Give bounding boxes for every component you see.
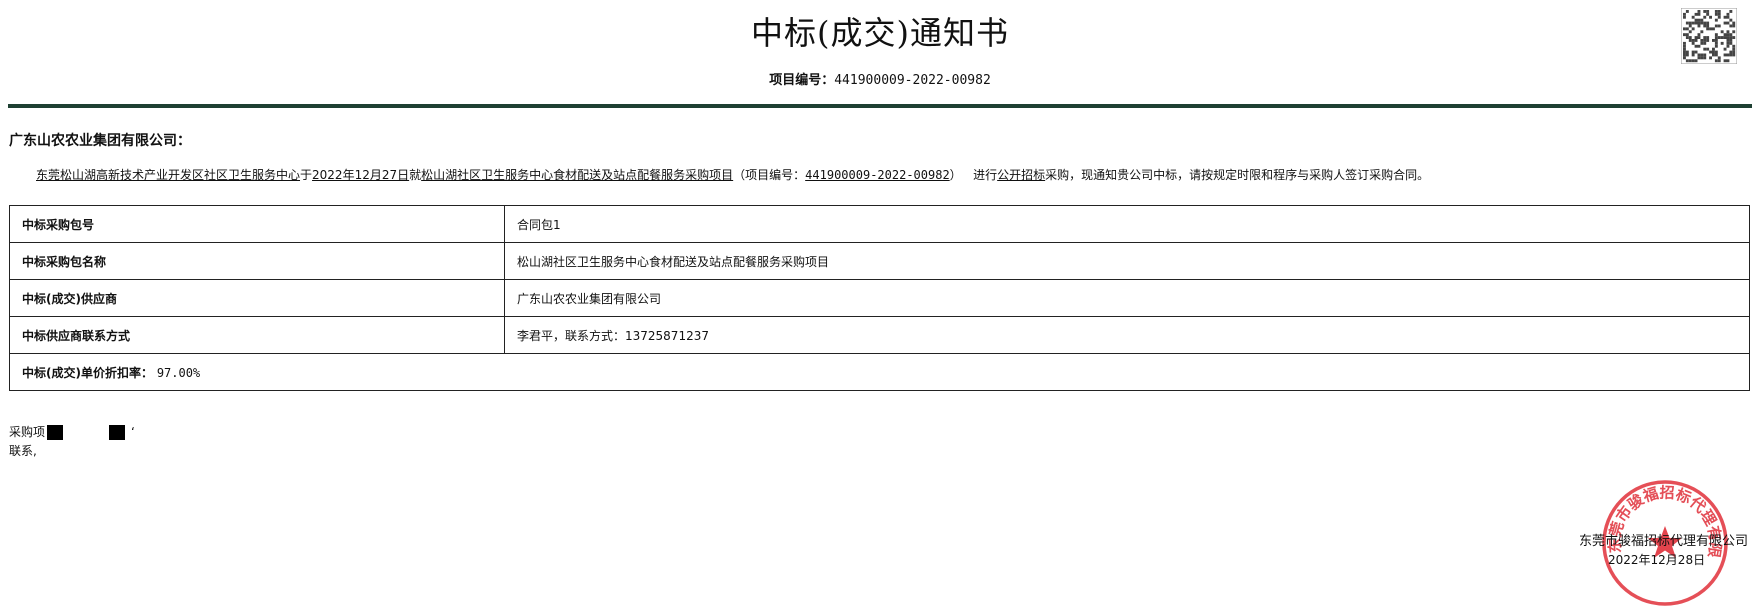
table-row: 中标采购包名称 松山湖社区卫生服务中心食材配送及站点配餐服务采购项目: [9, 242, 1750, 280]
row-value: 松山湖社区卫生服务中心食材配送及站点配餐服务采购项目: [504, 242, 1750, 280]
header-divider: [8, 104, 1752, 108]
notice-yu: 于: [300, 168, 313, 182]
qr-code-icon: [1681, 8, 1737, 64]
notice-no-suffix: ）: [949, 168, 962, 182]
table-row: 中标供应商联系方式 李君平，联系方式：13725871237: [9, 316, 1750, 354]
project-number-label: 项目编号：: [769, 73, 835, 88]
issue-date: 2022年12月28日: [1608, 553, 1706, 567]
discount-cell: 中标(成交)单价折扣率： 97.00%: [9, 353, 1750, 391]
project-number-value: 441900009-2022-00982: [834, 73, 991, 88]
purchaser-contact: 采购项 ‘ 联系,: [9, 423, 135, 461]
notice-jiu: 就: [409, 168, 422, 182]
row-key: 中标采购包名称: [9, 242, 505, 280]
row-value: 广东山农农业集团有限公司: [504, 279, 1750, 317]
notice-no-prefix: （项目编号：: [733, 168, 806, 182]
table-row: 中标(成交)供应商 广东山农农业集团有限公司: [9, 279, 1750, 317]
project-number: 项目编号：441900009-2022-00982: [0, 69, 1760, 88]
notice-project-name: 松山湖社区卫生服务中心食材配送及站点配餐服务采购项目: [421, 168, 734, 182]
notice-date: 2022年12月27日: [312, 168, 410, 182]
discount-row: 中标(成交)单价折扣率： 97.00%: [9, 353, 1750, 391]
redacted-block: [109, 425, 126, 440]
page-title: 中标(成交)通知书: [751, 14, 1009, 52]
notice-paragraph: 东莞松山湖高新技术产业开发区社区卫生服务中心于2022年12月27日就松山湖社区…: [36, 166, 1429, 183]
row-key: 中标(成交)供应商: [9, 279, 505, 317]
row-key: 中标供应商联系方式: [9, 316, 505, 354]
notice-method: 公开招标: [997, 168, 1046, 182]
contact-line-1: 采购项 ‘: [9, 423, 135, 442]
table-row: 中标采购包号 合同包1: [9, 205, 1750, 243]
contact-mark: ‘: [131, 425, 135, 439]
discount-value: 97.00%: [156, 365, 201, 380]
purchaser-name: 东莞松山湖高新技术产业开发区社区卫生服务中心: [36, 168, 301, 182]
row-value: 李君平，联系方式：13725871237: [504, 316, 1750, 354]
award-table: 中标采购包号 合同包1 中标采购包名称 松山湖社区卫生服务中心食材配送及站点配餐…: [9, 205, 1750, 391]
contact-line-2: 联系,: [9, 444, 37, 458]
redacted-block: [47, 425, 64, 440]
notice-method-prefix: 进行: [973, 168, 998, 182]
contact-label: 采购项: [9, 425, 46, 439]
notice-rest: 采购，现通知贵公司中标，请按规定时限和程序与采购人签订采购合同。: [1045, 168, 1430, 182]
row-value: 合同包1: [504, 205, 1750, 243]
notice-project-number: 441900009-2022-00982: [805, 168, 950, 182]
discount-label: 中标(成交)单价折扣率：: [22, 365, 153, 380]
addressee: 广东山农农业集团有限公司：: [9, 133, 191, 149]
agency-name: 东莞市骏福招标代理有限公司: [1578, 534, 1748, 549]
row-key: 中标采购包号: [9, 205, 505, 243]
